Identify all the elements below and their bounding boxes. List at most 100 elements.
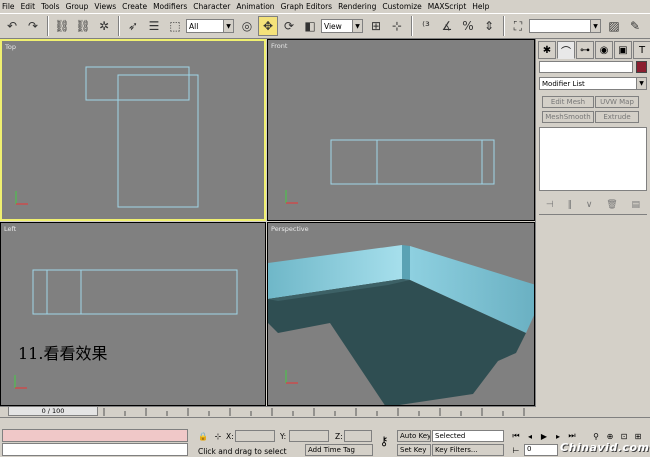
status-prompt: Click and drag to select: [198, 447, 287, 456]
play-icon[interactable]: ▶: [538, 430, 550, 442]
undo-icon[interactable]: ↶: [2, 16, 22, 36]
meshsmooth-button[interactable]: MeshSmooth: [542, 111, 594, 123]
main-toolbar: ↶ ↷ ⛓ ⛓ ✲ ➶ ☰ ⬚ All ▼ ◎ ✥ ⟳ ◧ View ▼ ⊞ ⊹…: [0, 13, 650, 39]
edit-mesh-button[interactable]: Edit Mesh: [542, 96, 594, 108]
object-color-swatch[interactable]: [636, 61, 647, 73]
maxscript-output-field[interactable]: [2, 443, 188, 456]
menu-item-character[interactable]: Character: [193, 2, 230, 11]
auto-key-button[interactable]: Auto Key: [397, 430, 431, 442]
front-wireframe: [285, 139, 495, 204]
percent-snap-icon[interactable]: %: [458, 16, 478, 36]
object-name-field[interactable]: [539, 61, 633, 73]
key-icon[interactable]: ⚷: [375, 434, 393, 448]
chevron-down-icon: ▼: [636, 78, 646, 89]
left-wireframe: [14, 269, 238, 389]
menu-item-tools[interactable]: Tools: [41, 2, 59, 11]
modify-tab-icon[interactable]: ⌒: [557, 41, 575, 59]
show-end-result-icon[interactable]: ‖: [568, 200, 573, 210]
configure-sets-icon[interactable]: ▤: [632, 200, 641, 210]
menu-item-help[interactable]: Help: [472, 2, 489, 11]
viewport-top[interactable]: Top: [0, 39, 266, 221]
remove-modifier-icon[interactable]: 🗑: [606, 200, 617, 210]
absolute-mode-icon[interactable]: ⊹: [212, 430, 224, 442]
select-and-move-icon[interactable]: ✥: [258, 16, 278, 36]
select-link-icon[interactable]: ⛓: [52, 16, 72, 36]
menu-item-rendering[interactable]: Rendering: [338, 2, 376, 11]
manipulate-icon[interactable]: ⊹: [387, 16, 407, 36]
modifier-stack[interactable]: [539, 127, 647, 191]
menu-item-views[interactable]: Views: [94, 2, 116, 11]
toolbar-separator: [47, 16, 49, 36]
command-panel: ✱ ⌒ ⊶ ◉ ▣ T Modifier List ▼ Edit Mesh UV…: [535, 39, 650, 407]
extrude-button[interactable]: Extrude: [595, 111, 639, 123]
spinner-snap-icon[interactable]: ⇕: [479, 16, 499, 36]
key-mode-toggle-icon[interactable]: ⊢: [510, 444, 522, 456]
select-object-icon[interactable]: ➶: [123, 16, 143, 36]
utilities-tab-icon[interactable]: T: [633, 41, 650, 59]
current-frame-field[interactable]: 0: [524, 444, 558, 456]
selection-filter-dropdown[interactable]: All ▼: [186, 19, 234, 33]
previous-frame-icon[interactable]: ◂: [524, 430, 536, 442]
toolbar-separator: [411, 16, 413, 36]
display-tab-icon[interactable]: ▣: [614, 41, 632, 59]
maxscript-listener-field[interactable]: [2, 429, 188, 442]
angle-snap-icon[interactable]: ∡: [437, 16, 457, 36]
top-wireframe: [15, 66, 199, 208]
pin-stack-icon[interactable]: ⊣: [546, 200, 554, 210]
go-to-start-icon[interactable]: ⏮: [510, 430, 522, 442]
selection-filter-value: All: [189, 21, 199, 31]
select-by-name-icon[interactable]: ☰: [144, 16, 164, 36]
chevron-down-icon: ▼: [590, 20, 600, 32]
reference-coord-dropdown[interactable]: View ▼: [321, 19, 363, 33]
modifier-list-dropdown[interactable]: Modifier List ▼: [539, 77, 647, 90]
make-unique-icon[interactable]: ∨: [586, 200, 593, 210]
time-slider[interactable]: 0 / 100: [8, 406, 98, 416]
uvw-map-button[interactable]: UVW Map: [595, 96, 639, 108]
snaps-toggle-icon[interactable]: ⁽³: [416, 16, 436, 36]
menu-item-file[interactable]: File: [2, 2, 15, 11]
named-selection-dropdown[interactable]: ▼: [529, 19, 601, 33]
mirror-icon[interactable]: ▨: [604, 16, 624, 36]
perspective-render: [268, 245, 534, 405]
toolbar-separator: [118, 16, 120, 36]
create-tab-icon[interactable]: ✱: [538, 41, 556, 59]
chevron-down-icon: ▼: [223, 20, 233, 32]
menu-item-edit[interactable]: Edit: [21, 2, 36, 11]
motion-tab-icon[interactable]: ◉: [595, 41, 613, 59]
stack-toolbar: ⊣ ‖ ∨ 🗑 ▤: [539, 195, 647, 215]
viewport-perspective[interactable]: Perspective: [267, 222, 535, 406]
axis-tripod-icon: [14, 375, 27, 389]
selection-region-icon[interactable]: ⬚: [165, 16, 185, 36]
menu-item-modifiers[interactable]: Modifiers: [153, 2, 187, 11]
menu-item-create[interactable]: Create: [122, 2, 147, 11]
y-coordinate-field[interactable]: [289, 430, 329, 442]
frame-ruler: [103, 408, 525, 416]
toolbar-separator: [503, 16, 505, 36]
align-icon[interactable]: ✎: [625, 16, 645, 36]
lock-selection-icon[interactable]: 🔒: [197, 430, 209, 442]
select-and-rotate-icon[interactable]: ⟳: [279, 16, 299, 36]
pivot-center-icon[interactable]: ⊞: [366, 16, 386, 36]
window-crossing-icon[interactable]: ◎: [237, 16, 257, 36]
menu-item-graph-editors[interactable]: Graph Editors: [281, 2, 333, 11]
menu-item-group[interactable]: Group: [66, 2, 89, 11]
key-mode-value: Selected: [435, 432, 466, 440]
panel-tabs: ✱ ⌒ ⊶ ◉ ▣ T: [538, 41, 650, 59]
menu-item-customize[interactable]: Customize: [382, 2, 421, 11]
key-mode-dropdown[interactable]: Selected: [432, 430, 504, 442]
bind-spacewarp-icon[interactable]: ✲: [94, 16, 114, 36]
key-filters-button[interactable]: Key Filters...: [432, 444, 504, 456]
set-key-button[interactable]: Set Key: [397, 444, 431, 456]
menu-item-animation[interactable]: Animation: [236, 2, 274, 11]
unlink-icon[interactable]: ⛓: [73, 16, 93, 36]
z-coordinate-field[interactable]: [344, 430, 372, 442]
add-time-tag-button[interactable]: Add Time Tag: [305, 444, 373, 456]
select-and-scale-icon[interactable]: ◧: [300, 16, 320, 36]
menu-item-maxscript[interactable]: MAXScript: [428, 2, 467, 11]
redo-icon[interactable]: ↷: [23, 16, 43, 36]
x-coordinate-field[interactable]: [235, 430, 275, 442]
viewport-left[interactable]: Left: [0, 222, 266, 406]
viewport-front[interactable]: Front: [267, 39, 535, 221]
hierarchy-tab-icon[interactable]: ⊶: [576, 41, 594, 59]
named-selection-icon[interactable]: ⛶: [508, 16, 528, 36]
